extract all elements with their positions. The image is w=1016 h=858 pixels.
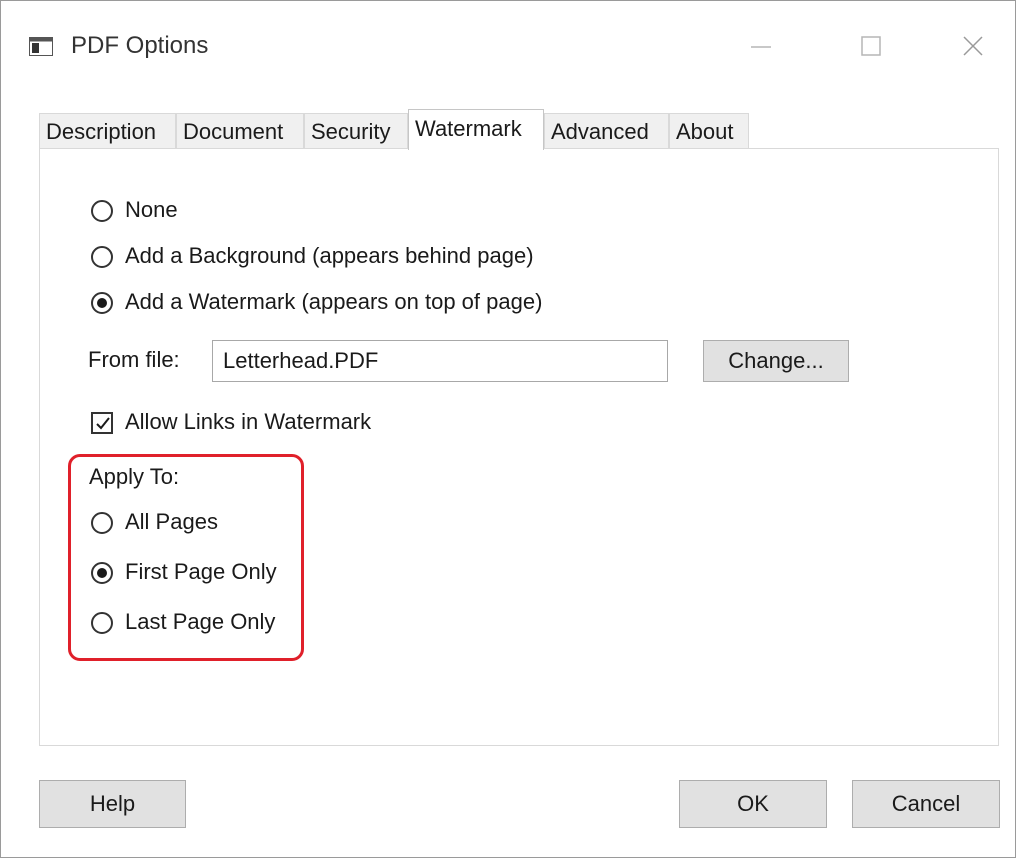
- tab-advanced[interactable]: Advanced: [544, 113, 669, 149]
- radio-add-background[interactable]: [91, 246, 113, 268]
- tab-watermark[interactable]: Watermark: [408, 109, 544, 150]
- cancel-button[interactable]: Cancel: [852, 780, 1000, 828]
- tab-about[interactable]: About: [669, 113, 749, 149]
- ok-button[interactable]: OK: [679, 780, 827, 828]
- checkmark-icon: [96, 417, 110, 430]
- tab-description[interactable]: Description: [39, 113, 176, 149]
- maximize-icon[interactable]: [851, 31, 891, 63]
- allow-links-label[interactable]: Allow Links in Watermark: [125, 409, 371, 435]
- radio-none[interactable]: [91, 200, 113, 222]
- apply-to-highlight-box: [68, 454, 304, 661]
- minimize-icon[interactable]: [741, 31, 781, 63]
- radio-none-label[interactable]: None: [125, 197, 178, 223]
- allow-links-checkbox[interactable]: [91, 412, 113, 434]
- window-app-icon: [29, 37, 53, 56]
- help-button[interactable]: Help: [39, 780, 186, 828]
- tab-security[interactable]: Security: [304, 113, 408, 149]
- change-button[interactable]: Change...: [703, 340, 849, 382]
- pdf-options-dialog: PDF Options Description Document Securit…: [0, 0, 1016, 858]
- radio-add-background-label[interactable]: Add a Background (appears behind page): [125, 243, 534, 269]
- radio-add-watermark[interactable]: [91, 292, 113, 314]
- radio-add-watermark-label[interactable]: Add a Watermark (appears on top of page): [125, 289, 542, 315]
- from-file-field[interactable]: Letterhead.PDF: [212, 340, 668, 382]
- title-bar: PDF Options: [1, 1, 1015, 93]
- window-title: PDF Options: [71, 32, 209, 59]
- from-file-label: From file:: [88, 347, 180, 372]
- close-icon[interactable]: [953, 31, 993, 63]
- tab-document[interactable]: Document: [176, 113, 304, 149]
